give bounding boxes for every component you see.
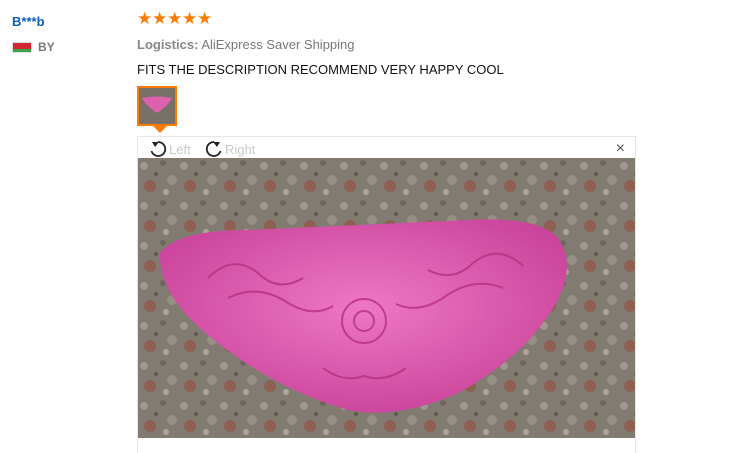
reviewer-name[interactable]: B***b	[12, 14, 45, 29]
star-icon: ★	[167, 9, 183, 28]
rotate-left-label: Left	[169, 141, 191, 157]
review-photo	[138, 158, 635, 438]
review-text: FITS THE DESCRIPTION RECOMMEND VERY HAPP…	[137, 62, 504, 77]
star-icon: ★	[137, 9, 153, 28]
rotate-right-button[interactable]: Right	[204, 139, 255, 159]
logistics-label: Logistics:	[137, 37, 199, 52]
star-icon: ★	[182, 9, 198, 28]
viewer-toolbar: Left Right ×	[138, 137, 635, 159]
rotate-left-button[interactable]: Left	[148, 139, 191, 159]
thumbnail-image	[139, 88, 175, 124]
country-code: BY	[38, 40, 55, 54]
photo-image	[138, 158, 635, 438]
rotate-left-icon	[150, 141, 167, 157]
star-icon: ★	[197, 9, 213, 28]
reviewer-country: BY	[12, 40, 55, 54]
rotate-right-icon	[205, 141, 222, 157]
flag-icon	[12, 41, 32, 53]
rating-stars: ★ ★ ★ ★ ★	[137, 9, 213, 28]
thumbnail-pointer	[153, 126, 167, 133]
photo-viewer: Left Right ×	[137, 136, 636, 453]
close-icon[interactable]: ×	[616, 141, 625, 157]
rotate-right-label: Right	[225, 141, 256, 157]
logistics-info: Logistics: AliExpress Saver Shipping	[137, 37, 355, 52]
review-photo-thumbnail[interactable]	[137, 86, 177, 126]
star-icon: ★	[152, 9, 168, 28]
logistics-value: AliExpress Saver Shipping	[201, 37, 355, 52]
